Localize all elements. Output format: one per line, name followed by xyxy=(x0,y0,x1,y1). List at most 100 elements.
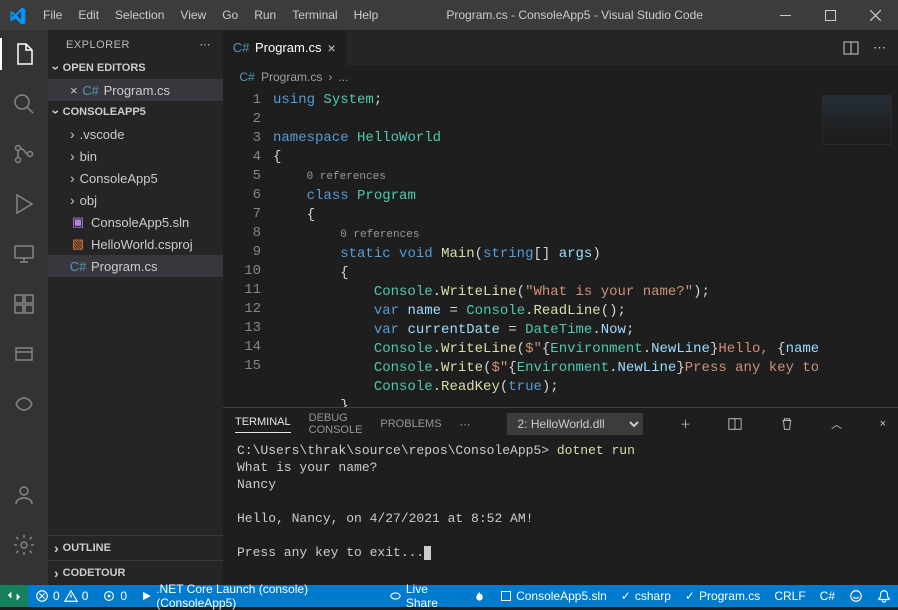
remote-explorer-icon[interactable] xyxy=(0,238,48,270)
main-menu: File Edit Selection View Go Run Terminal… xyxy=(35,2,386,28)
chevron-right-icon xyxy=(70,170,75,186)
minimap[interactable] xyxy=(818,89,898,407)
editor-tab[interactable]: C# Program.cs × xyxy=(223,30,347,65)
close-panel-icon[interactable]: × xyxy=(880,418,886,430)
kill-terminal-icon[interactable] xyxy=(780,417,794,431)
minimize-button[interactable] xyxy=(763,0,808,30)
menu-edit[interactable]: Edit xyxy=(70,2,107,28)
terminal-output[interactable]: C:\Users\thrak\source\repos\ConsoleApp5>… xyxy=(223,440,898,585)
editor-tabs: C# Program.cs × ⋯ xyxy=(223,30,898,65)
feedback-icon[interactable] xyxy=(842,585,870,607)
window-title: Program.cs - ConsoleApp5 - Visual Studio… xyxy=(386,8,763,22)
open-editor-label: Program.cs xyxy=(104,83,170,98)
chevron-right-icon: › xyxy=(328,70,332,84)
csharp-status[interactable]: ✓ csharp xyxy=(614,585,678,607)
tree-item-label: obj xyxy=(80,193,97,208)
close-editor-icon[interactable]: × xyxy=(70,83,78,98)
menu-selection[interactable]: Selection xyxy=(107,2,172,28)
menu-run[interactable]: Run xyxy=(246,2,284,28)
breadcrumb-file: Program.cs xyxy=(261,70,322,84)
explorer-sidebar: EXPLORER ⋯ OPEN EDITORS × C# Program.cs … xyxy=(48,30,223,585)
explorer-more-icon[interactable]: ⋯ xyxy=(200,38,212,51)
problems-status[interactable]: 0 0 xyxy=(28,585,95,607)
breadcrumb[interactable]: C# Program.cs › ... xyxy=(223,65,898,89)
tree-item-consoleapp5-sln[interactable]: ▣ ConsoleApp5.sln xyxy=(48,211,223,233)
new-terminal-icon[interactable]: ＋ xyxy=(680,416,691,432)
breadcrumb-more: ... xyxy=(338,70,348,84)
language-mode-status[interactable]: C# xyxy=(813,585,842,607)
extensions-icon[interactable] xyxy=(0,288,48,320)
terminal-cursor xyxy=(424,546,431,560)
solution-status[interactable]: ConsoleApp5.sln xyxy=(493,585,614,607)
explorer-header: EXPLORER xyxy=(66,39,130,51)
chevron-right-icon xyxy=(70,192,75,208)
line-gutter: 123456789101112131415 xyxy=(223,89,273,407)
tree-item-program-cs[interactable]: C# Program.cs xyxy=(48,255,223,277)
tree-item-label: ConsoleApp5.sln xyxy=(91,215,189,230)
debug-console-tab[interactable]: DEBUG CONSOLE xyxy=(309,412,363,436)
ports-status[interactable]: 0 xyxy=(95,585,134,607)
tree-item--vscode[interactable]: .vscode xyxy=(48,123,223,145)
flame-status[interactable] xyxy=(466,585,493,607)
menu-terminal[interactable]: Terminal xyxy=(284,2,345,28)
search-icon[interactable] xyxy=(0,88,48,120)
open-editors-section[interactable]: OPEN EDITORS xyxy=(48,57,223,79)
settings-gear-icon[interactable] xyxy=(0,529,48,561)
tree-item-obj[interactable]: obj xyxy=(48,189,223,211)
vscode-logo-icon xyxy=(0,7,35,24)
tree-item-consoleapp5[interactable]: ConsoleApp5 xyxy=(48,167,223,189)
terminal-selector[interactable]: 2: HelloWorld.dll xyxy=(507,413,643,435)
sql-server-icon[interactable] xyxy=(0,338,48,370)
code-content[interactable]: using System; namespace HelloWorld{ 0 re… xyxy=(273,89,818,407)
split-terminal-icon[interactable] xyxy=(728,417,742,431)
tree-item-label: ConsoleApp5 xyxy=(80,171,158,186)
status-bar: 0 0 0 .NET Core Launch (console) (Consol… xyxy=(0,585,898,607)
tree-item-label: bin xyxy=(80,149,97,164)
tree-item-label: HelloWorld.csproj xyxy=(91,237,193,252)
run-debug-icon[interactable] xyxy=(0,188,48,220)
outline-section[interactable]: OUTLINE xyxy=(48,535,223,560)
tree-item-label: .vscode xyxy=(80,127,125,142)
notifications-icon[interactable] xyxy=(870,585,898,607)
open-editor-item[interactable]: × C# Program.cs xyxy=(48,79,223,101)
eol-status[interactable]: CRLF xyxy=(767,585,812,607)
live-share-status[interactable]: Live Share xyxy=(382,585,466,607)
maximize-panel-icon[interactable]: ︿ xyxy=(831,416,842,432)
chevron-right-icon xyxy=(70,126,75,142)
workspace-section[interactable]: CONSOLEAPP5 xyxy=(48,101,223,123)
editor-group: C# Program.cs × ⋯ C# Program.cs › ... 12… xyxy=(223,30,898,585)
tree-item-label: Program.cs xyxy=(91,259,157,274)
csproj-file-icon: ▧ xyxy=(70,236,86,252)
csharp-file-icon: C# xyxy=(83,82,99,98)
menu-go[interactable]: Go xyxy=(214,2,246,28)
menu-view[interactable]: View xyxy=(172,2,214,28)
solution-file-icon: ▣ xyxy=(70,214,86,230)
account-icon[interactable] xyxy=(0,479,48,511)
terminal-tab[interactable]: TERMINAL xyxy=(235,416,291,433)
activity-bar xyxy=(0,30,48,585)
explorer-icon[interactable] xyxy=(0,38,48,70)
debug-launch-status[interactable]: .NET Core Launch (console) (ConsoleApp5) xyxy=(134,585,382,607)
split-editor-icon[interactable] xyxy=(843,40,859,56)
menu-help[interactable]: Help xyxy=(346,2,387,28)
panel-more-icon[interactable]: ⋯ xyxy=(460,418,471,431)
tree-item-helloworld-csproj[interactable]: ▧ HelloWorld.csproj xyxy=(48,233,223,255)
csharp-file-icon: C# xyxy=(233,40,249,56)
code-editor[interactable]: 123456789101112131415 using System; name… xyxy=(223,89,898,407)
more-actions-icon[interactable]: ⋯ xyxy=(873,40,886,56)
tree-item-bin[interactable]: bin xyxy=(48,145,223,167)
problems-tab[interactable]: PROBLEMS xyxy=(380,418,441,430)
close-tab-icon[interactable]: × xyxy=(327,40,335,56)
maximize-button[interactable] xyxy=(808,0,853,30)
remote-indicator[interactable] xyxy=(0,585,28,607)
source-control-icon[interactable] xyxy=(0,138,48,170)
terminal-panel: TERMINAL DEBUG CONSOLE PROBLEMS ⋯ 2: Hel… xyxy=(223,407,898,585)
live-share-icon[interactable] xyxy=(0,388,48,420)
title-bar: File Edit Selection View Go Run Terminal… xyxy=(0,0,898,30)
csharp-file-icon: C# xyxy=(239,69,255,85)
close-button[interactable] xyxy=(853,0,898,30)
menu-file[interactable]: File xyxy=(35,2,70,28)
tab-label: Program.cs xyxy=(255,40,321,55)
file-status[interactable]: ✓ Program.cs xyxy=(678,585,767,607)
csharp-file-icon: C# xyxy=(70,258,86,274)
